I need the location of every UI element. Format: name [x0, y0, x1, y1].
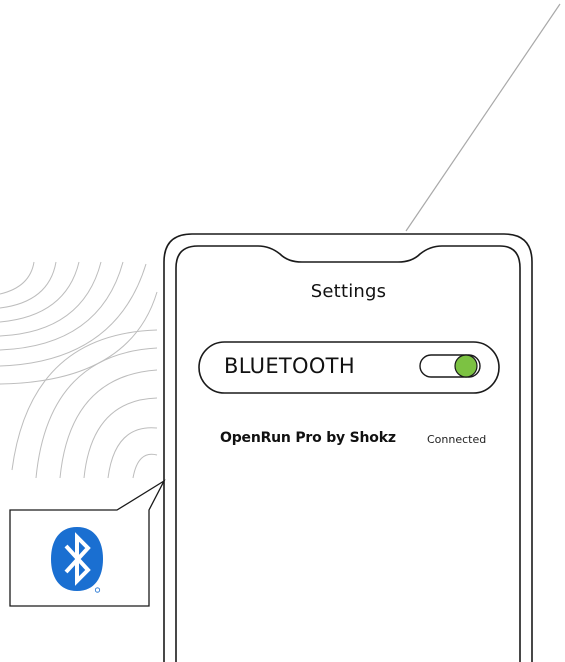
paired-device-status: Connected — [427, 433, 487, 446]
bluetooth-logo-icon — [51, 527, 103, 593]
illustration — [0, 3, 561, 662]
leader-line — [405, 3, 561, 232]
screen-title: Settings — [310, 281, 387, 302]
paired-device-name[interactable]: OpenRun Pro by Shokz — [220, 430, 396, 446]
bluetooth-toggle-switch[interactable] — [419, 351, 483, 381]
signal-waves — [0, 261, 158, 479]
bluetooth-label: BLUETOOTH — [224, 354, 355, 378]
phone-screen — [175, 245, 521, 662]
